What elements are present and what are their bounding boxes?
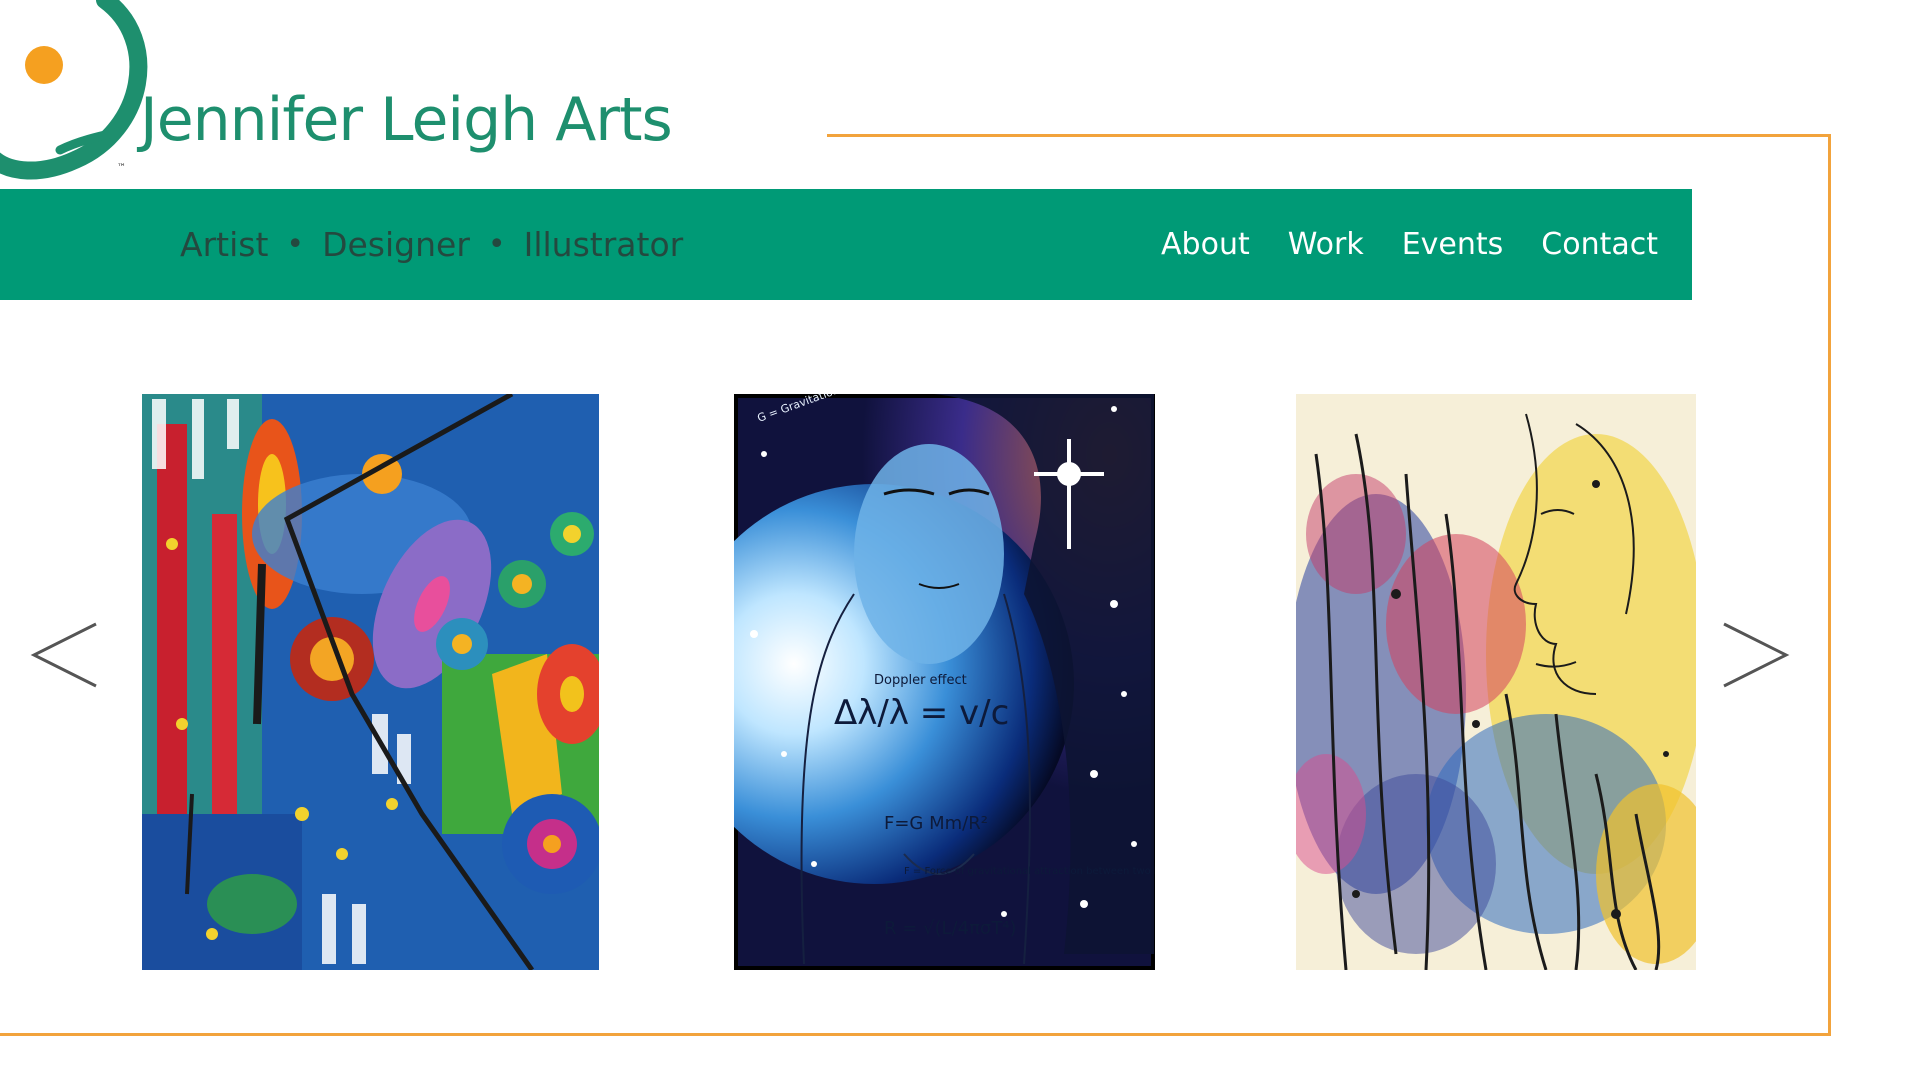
- artwork-ink-portrait[interactable]: [1296, 394, 1696, 970]
- page-title[interactable]: Jennifer Leigh Arts: [140, 90, 673, 150]
- formula-force-label: F = Force of gravitational attraction be…: [904, 866, 1155, 877]
- tagline: Artist • Designer • Illustrator: [180, 189, 683, 300]
- formula-gravity: F=G Mm/R²: [884, 813, 988, 834]
- blue-portrait-image: Δλ/λ = v/c F=G Mm/R² G = Gravitational C…: [734, 394, 1155, 970]
- nav-link-about[interactable]: About: [1161, 227, 1250, 262]
- abstract-painting-image: [142, 394, 599, 970]
- trademark-symbol: ™: [117, 163, 126, 173]
- tagline-artist: Artist: [180, 225, 269, 264]
- ink-portrait-image: [1296, 394, 1696, 970]
- nav-bar: Artist • Designer • Illustrator About Wo…: [0, 189, 1692, 300]
- tagline-illustrator: Illustrator: [523, 225, 684, 264]
- formula-doppler: Δλ/λ = v/c: [834, 693, 1009, 733]
- chevron-right-icon: [1723, 622, 1790, 688]
- artwork-abstract-colorful[interactable]: [142, 394, 599, 970]
- tagline-designer: Designer: [322, 225, 470, 264]
- logo-swirl-icon: ™: [0, 0, 148, 180]
- nav-link-contact[interactable]: Contact: [1541, 227, 1658, 262]
- carousel-next-button[interactable]: [1720, 620, 1790, 690]
- artwork-blue-portrait[interactable]: Δλ/λ = v/c F=G Mm/R² G = Gravitational C…: [734, 394, 1155, 970]
- main-nav: About Work Events Contact: [1161, 189, 1658, 300]
- tagline-separator: •: [286, 227, 305, 262]
- formula-doppler-label: Doppler effect: [874, 673, 967, 688]
- tagline-separator: •: [487, 227, 506, 262]
- chevron-left-icon: [30, 622, 97, 688]
- logo-dot-icon: [25, 46, 63, 84]
- carousel-prev-button[interactable]: [30, 620, 100, 690]
- nav-link-events[interactable]: Events: [1402, 227, 1504, 262]
- brand-logo[interactable]: ™: [0, 0, 150, 180]
- formula-radius: R = √(L/4πσT⁴): [884, 918, 1017, 939]
- nav-link-work[interactable]: Work: [1288, 227, 1364, 262]
